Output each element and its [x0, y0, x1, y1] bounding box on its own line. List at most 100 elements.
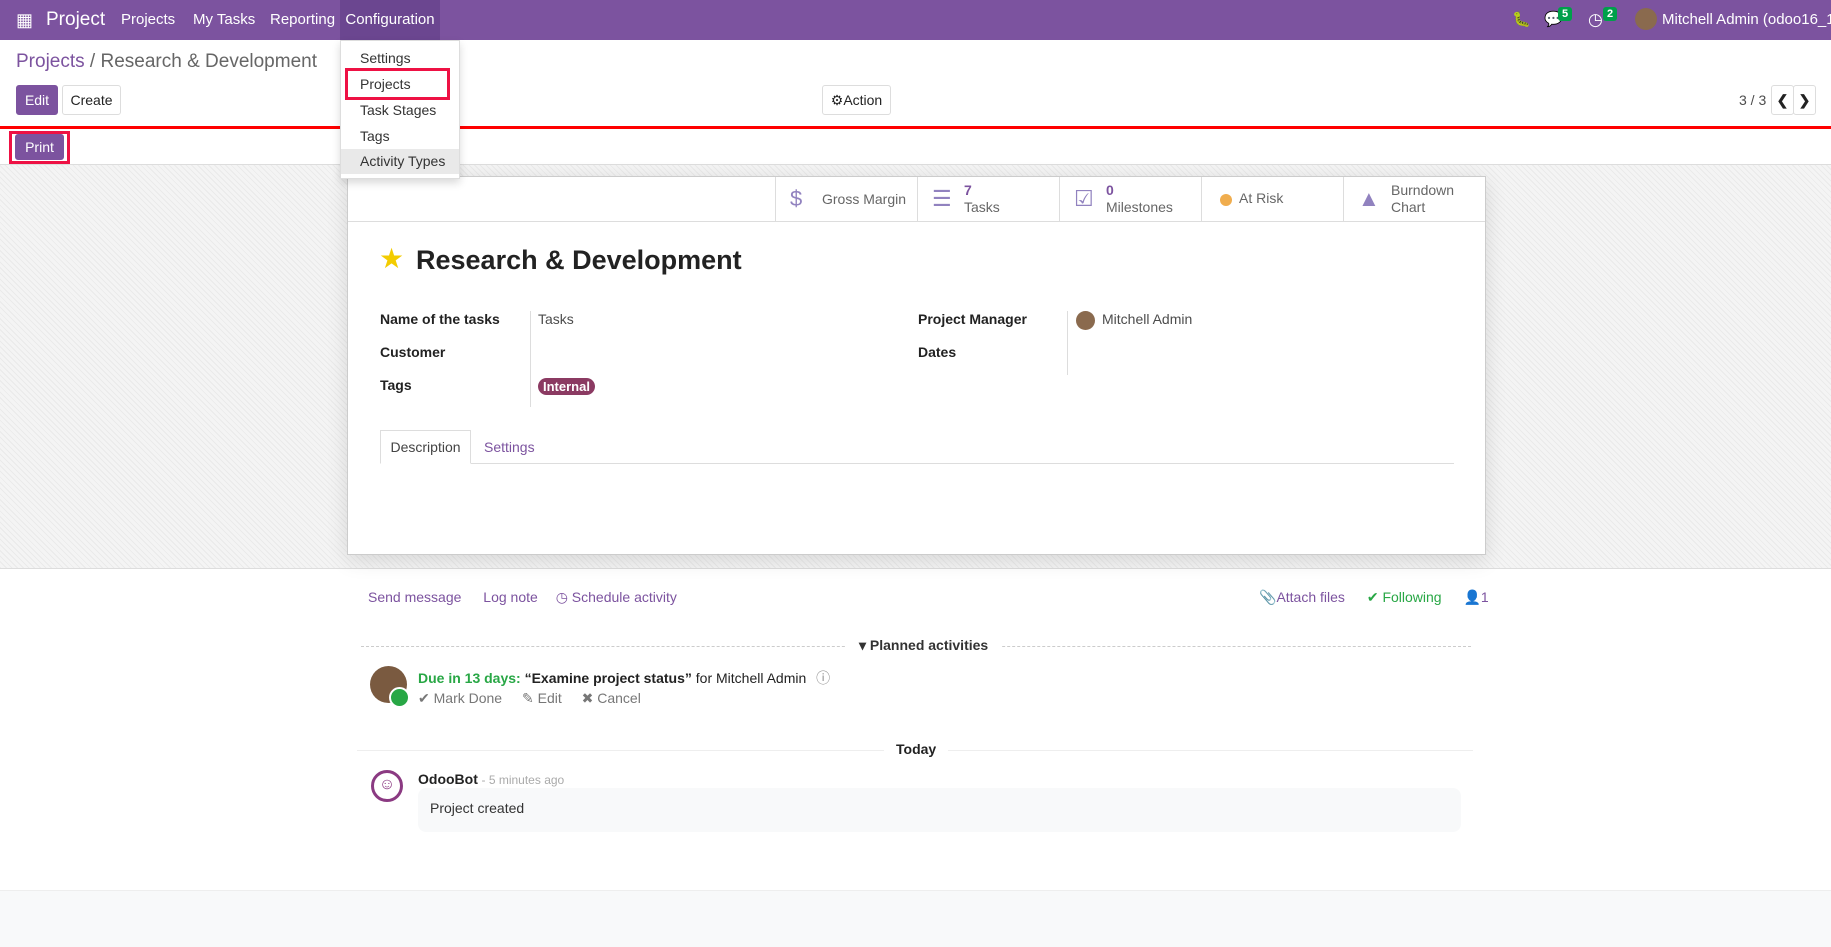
- breadcrumb-projects[interactable]: Projects: [16, 51, 85, 72]
- breadcrumb-separator: /: [89, 51, 96, 72]
- gear-icon: ⚙: [830, 92, 844, 108]
- apps-grid-icon[interactable]: ▦: [16, 0, 33, 40]
- mark-done-button[interactable]: ✔ Mark Done: [418, 690, 502, 706]
- breadcrumb: Projects / Research & Development: [16, 51, 317, 73]
- tabs-divider: [380, 463, 1454, 464]
- app-name[interactable]: Project: [46, 0, 105, 40]
- stat-label: Tasks: [964, 199, 1000, 215]
- paperclip-icon: 📎: [1259, 589, 1277, 605]
- field-label-tags: Tags: [380, 377, 412, 393]
- divider: [348, 221, 1485, 222]
- edit-label: Edit: [537, 690, 562, 706]
- user-menu[interactable]: Mitchell Admin (odoo16_17): [1662, 0, 1831, 40]
- menu-item-tags[interactable]: Tags: [341, 124, 459, 149]
- activity-clock-icon[interactable]: ◷: [1588, 0, 1603, 40]
- send-message-button[interactable]: Send message: [368, 589, 461, 605]
- stat-gross-margin[interactable]: $ Gross Margin: [775, 177, 917, 221]
- checkbox-icon: ☑: [1074, 186, 1094, 211]
- menu-my-tasks[interactable]: My Tasks: [193, 0, 255, 40]
- cancel-activity-button[interactable]: ✖ Cancel: [582, 690, 641, 706]
- action-label: Action: [843, 92, 883, 108]
- menu-projects[interactable]: Projects: [121, 0, 175, 40]
- cancel-label: Cancel: [597, 690, 641, 706]
- stat-label: At Risk: [1239, 190, 1284, 206]
- top-navbar: ▦ Project Projects My Tasks Reporting Co…: [0, 0, 1831, 40]
- tasks-list-icon: ☰: [932, 186, 952, 211]
- configuration-dropdown: Settings Projects Task Stages Tags Activ…: [340, 40, 460, 179]
- planned-activities-toggle[interactable]: ▾ Planned activities: [845, 637, 1003, 654]
- user-avatar[interactable]: [1635, 8, 1657, 30]
- stat-label-2: Chart: [1391, 199, 1426, 215]
- breadcrumb-current: Research & Development: [100, 51, 317, 72]
- activity-item: Due in 13 days: “Examine project status”…: [418, 668, 830, 688]
- field-label-dates: Dates: [918, 344, 957, 360]
- debug-bug-icon[interactable]: 🐛: [1512, 0, 1531, 40]
- divider: [1067, 311, 1068, 375]
- chatter-toolbar: Send message Log note ◷ Schedule activit…: [368, 589, 677, 606]
- stat-milestones[interactable]: ☑ 0 Milestones: [1059, 177, 1201, 221]
- print-button[interactable]: Print: [15, 134, 64, 160]
- attach-files-button[interactable]: 📎Attach files: [1259, 589, 1345, 605]
- field-manager[interactable]: Mitchell Admin: [1102, 311, 1192, 327]
- following-label: Following: [1382, 589, 1442, 605]
- stat-label: Milestones: [1106, 199, 1173, 215]
- activity-assignee: for Mitchell Admin: [695, 670, 807, 686]
- message-author[interactable]: OdooBot: [418, 771, 478, 787]
- tab-settings[interactable]: Settings: [484, 439, 535, 455]
- page-footer-area: [0, 890, 1831, 947]
- schedule-label: Schedule activity: [571, 589, 677, 605]
- activity-summary: “Examine project status”: [524, 670, 692, 686]
- dollar-icon: $: [790, 186, 803, 211]
- field-task-name[interactable]: Tasks: [538, 311, 574, 327]
- log-note-button[interactable]: Log note: [483, 589, 538, 605]
- followers-button[interactable]: 👤1: [1463, 589, 1488, 605]
- stat-burndown-chart[interactable]: ▲ Burndown Chart: [1343, 177, 1485, 221]
- stat-value: 0: [1106, 182, 1114, 198]
- tab-description[interactable]: Description: [380, 430, 471, 464]
- menu-item-activity-types[interactable]: Activity Types: [341, 149, 459, 174]
- stat-label: Burndown: [1391, 182, 1455, 198]
- clock-icon: ◷: [555, 589, 568, 605]
- action-button[interactable]: ⚙Action: [822, 85, 891, 115]
- highlight-line: [0, 126, 1831, 129]
- user-icon: 👤: [1463, 589, 1481, 605]
- pager-value: 3 / 3: [1739, 92, 1767, 108]
- odoobot-avatar: ☺: [371, 770, 403, 802]
- stat-tasks[interactable]: ☰ 7 Tasks: [917, 177, 1059, 221]
- chatter-right-toolbar: 📎Attach files ✔ Following 👤1: [1259, 589, 1489, 606]
- tag-internal[interactable]: Internal: [538, 378, 595, 395]
- field-label-task-name: Name of the tasks: [380, 311, 500, 327]
- info-icon[interactable]: ⓘ: [816, 670, 830, 686]
- stat-value: 7: [964, 182, 972, 198]
- mark-done-label: Mark Done: [433, 690, 503, 706]
- activity-due: Due in 13 days:: [418, 670, 521, 686]
- form-sheet: $ Gross Margin ☰ 7 Tasks ☑ 0 Milestones At Ri…: [347, 176, 1486, 555]
- activities-badge: 2: [1603, 7, 1618, 21]
- status-dot-icon: [1220, 194, 1232, 206]
- activity-actions: ✔ Mark Done ✎ Edit ✖ Cancel: [418, 690, 641, 707]
- planned-header: Planned activities: [869, 637, 989, 653]
- edit-activity-button[interactable]: ✎ Edit: [522, 690, 562, 706]
- menu-reporting[interactable]: Reporting: [270, 0, 335, 40]
- create-button[interactable]: Create: [62, 85, 121, 115]
- following-button[interactable]: ✔ Following: [1367, 589, 1442, 605]
- favorite-star-icon[interactable]: ★: [379, 242, 404, 275]
- pager-previous-button[interactable]: ❮: [1771, 85, 1794, 115]
- stat-status[interactable]: At Risk: [1201, 177, 1343, 221]
- schedule-activity-button[interactable]: ◷ Schedule activity: [556, 589, 677, 605]
- messages-badge: 5: [1558, 7, 1573, 21]
- menu-item-task-stages[interactable]: Task Stages: [341, 98, 459, 123]
- field-label-manager: Project Manager: [918, 311, 1027, 327]
- stat-label: Gross Margin: [822, 191, 907, 207]
- message-time: - 5 minutes ago: [481, 773, 565, 787]
- activity-type-icon: [389, 687, 410, 708]
- area-chart-icon: ▲: [1358, 186, 1380, 211]
- today-separator: Today: [884, 741, 949, 757]
- edit-button[interactable]: Edit: [16, 85, 58, 115]
- field-label-customer: Customer: [380, 344, 446, 360]
- message-text: Project created: [430, 800, 525, 816]
- followers-count: 1: [1480, 589, 1489, 605]
- menu-configuration[interactable]: Configuration: [340, 0, 440, 40]
- attach-label: Attach files: [1276, 589, 1345, 605]
- pager-next-button[interactable]: ❯: [1793, 85, 1816, 115]
